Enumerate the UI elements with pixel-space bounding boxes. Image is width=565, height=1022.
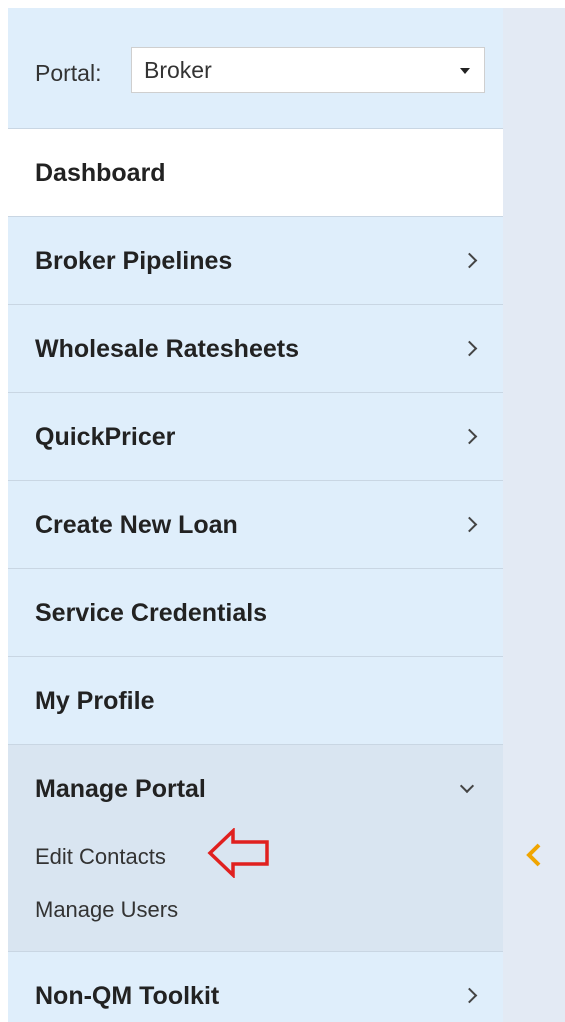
sidebar: Portal: Broker Dashboard Broker Pipeline…: [8, 8, 503, 1022]
chevron-down-icon[interactable]: [459, 778, 475, 794]
portal-select-value: Broker: [144, 57, 212, 83]
nav-item-label[interactable]: Manage Portal: [35, 745, 206, 833]
nav-item-label: Service Credentials: [35, 599, 268, 627]
nav-item-label: Wholesale Ratesheets: [35, 335, 299, 363]
nav-item-service-credentials[interactable]: Service Credentials: [8, 569, 503, 657]
nav-item-manage-portal: Manage Portal Edit Contacts Manage Users: [8, 745, 503, 952]
nav-item-non-qm-toolkit[interactable]: Non-QM Toolkit: [8, 952, 503, 1022]
chevron-right-icon: [461, 340, 478, 357]
nav-item-label: Broker Pipelines: [35, 247, 233, 275]
nav-item-label: My Profile: [35, 687, 155, 715]
chevron-right-icon: [461, 252, 478, 269]
chevron-right-icon: [461, 428, 478, 445]
nav-item-label: Non-QM Toolkit: [35, 982, 220, 1010]
portal-selector-row: Portal: Broker: [8, 8, 503, 129]
chevron-right-icon: [461, 987, 478, 1004]
nav-item-label: Create New Loan: [35, 511, 238, 539]
nav-item-create-new-loan[interactable]: Create New Loan: [8, 481, 503, 569]
nav-item-wholesale-ratesheets[interactable]: Wholesale Ratesheets: [8, 305, 503, 393]
sub-item-edit-contacts[interactable]: Edit Contacts: [35, 844, 166, 870]
nav-item-dashboard[interactable]: Dashboard: [8, 129, 503, 217]
caret-down-icon: [460, 68, 470, 74]
portal-label: Portal:: [35, 60, 102, 86]
chevron-left-icon[interactable]: [526, 842, 542, 868]
sub-item-manage-users[interactable]: Manage Users: [35, 897, 178, 923]
left-arrow-annotation-icon: [207, 828, 269, 878]
content-panel: [503, 8, 565, 1022]
nav-item-label: QuickPricer: [35, 423, 176, 451]
portal-select[interactable]: Broker: [131, 47, 485, 93]
nav-item-broker-pipelines[interactable]: Broker Pipelines: [8, 217, 503, 305]
chevron-right-icon: [461, 516, 478, 533]
nav-item-my-profile[interactable]: My Profile: [8, 657, 503, 745]
nav-item-quickpricer[interactable]: QuickPricer: [8, 393, 503, 481]
nav-item-label: Dashboard: [35, 159, 166, 187]
